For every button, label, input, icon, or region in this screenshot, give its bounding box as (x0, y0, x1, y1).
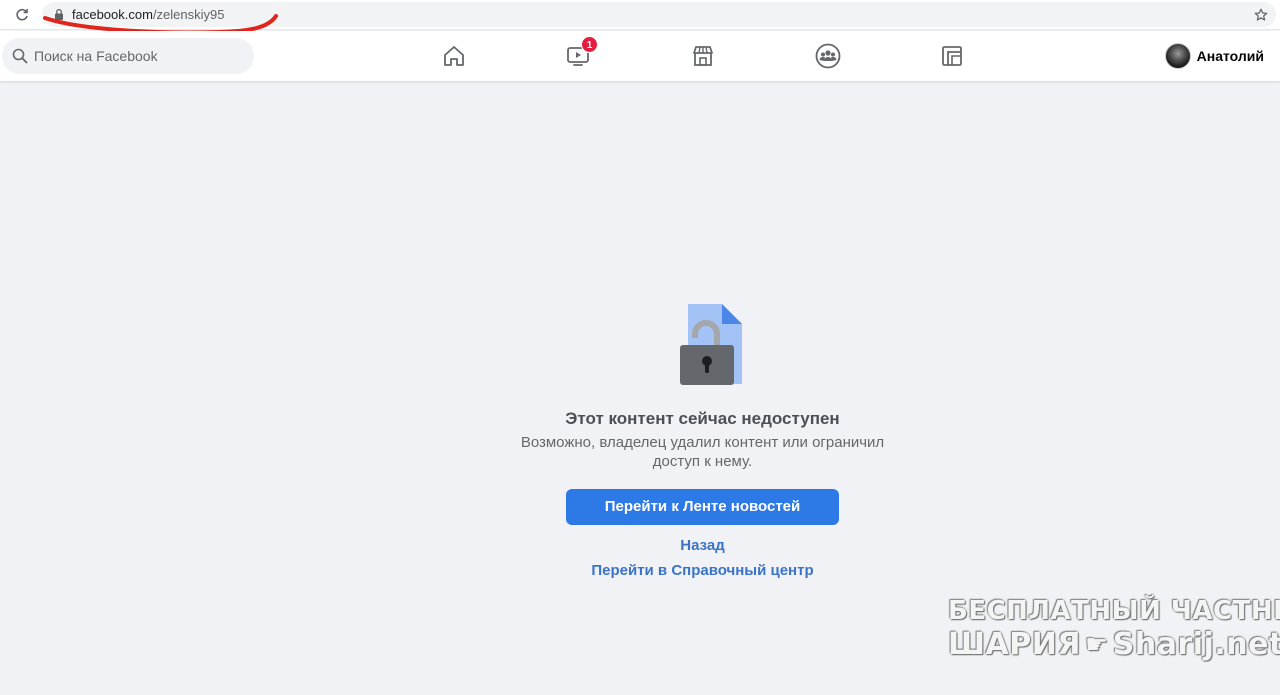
url-host: facebook.com (72, 7, 153, 22)
gaming-icon[interactable] (939, 43, 965, 69)
help-center-link[interactable]: Перейти в Справочный центр (440, 562, 965, 580)
pointing-hand-icon: ☛ (1084, 630, 1109, 660)
marketplace-icon[interactable] (690, 43, 716, 69)
url-path: /zelenskiy95 (152, 7, 225, 22)
search-placeholder: Поиск на Facebook (34, 48, 158, 64)
groups-icon[interactable] (815, 43, 841, 69)
browser-toolbar: facebook.com/zelenskiy95 (0, 0, 1280, 30)
page-title: Этот контент сейчас недоступен (565, 409, 840, 428)
back-link[interactable]: Назад (440, 537, 965, 555)
home-icon[interactable] (441, 43, 467, 69)
reload-icon[interactable] (12, 5, 32, 25)
content-unavailable-panel: Этот контент сейчас недоступен Возможно,… (440, 300, 965, 580)
profile-button[interactable]: Анатолий (1164, 43, 1264, 69)
watch-icon[interactable]: 1 (565, 36, 598, 69)
facebook-navbar: Поиск на Facebook 1 Анатолий (0, 31, 1280, 81)
avatar (1164, 43, 1191, 69)
description-text: Возможно, владелец удалил контент или ог… (520, 434, 885, 470)
watermark-line2: ШАРИЯ ☛ Sharij.net (948, 627, 1280, 662)
lock-icon (55, 8, 63, 20)
watermark-line1: БЕСПЛАТНЫЙ ЧАСТНЫЙ (948, 596, 1280, 626)
search-input[interactable]: Поиск на Facebook (2, 38, 254, 74)
watermark-line2-right: Sharij.net (1112, 627, 1280, 662)
address-bar[interactable]: facebook.com/zelenskiy95 (42, 2, 1276, 27)
search-icon (12, 48, 28, 64)
watch-notification-badge: 1 (581, 36, 598, 53)
star-icon[interactable] (1252, 6, 1270, 24)
go-to-news-feed-button[interactable]: Перейти к Ленте новостей (566, 489, 839, 525)
locked-document-icon (659, 300, 749, 390)
url-text: facebook.com/zelenskiy95 (72, 6, 224, 23)
watermark-line2-left: ШАРИЯ (948, 627, 1081, 662)
watermark: БЕСПЛАТНЫЙ ЧАСТНЫЙ ШАРИЯ ☛ Sharij.net (948, 594, 1280, 662)
profile-name: Анатолий (1196, 48, 1264, 64)
